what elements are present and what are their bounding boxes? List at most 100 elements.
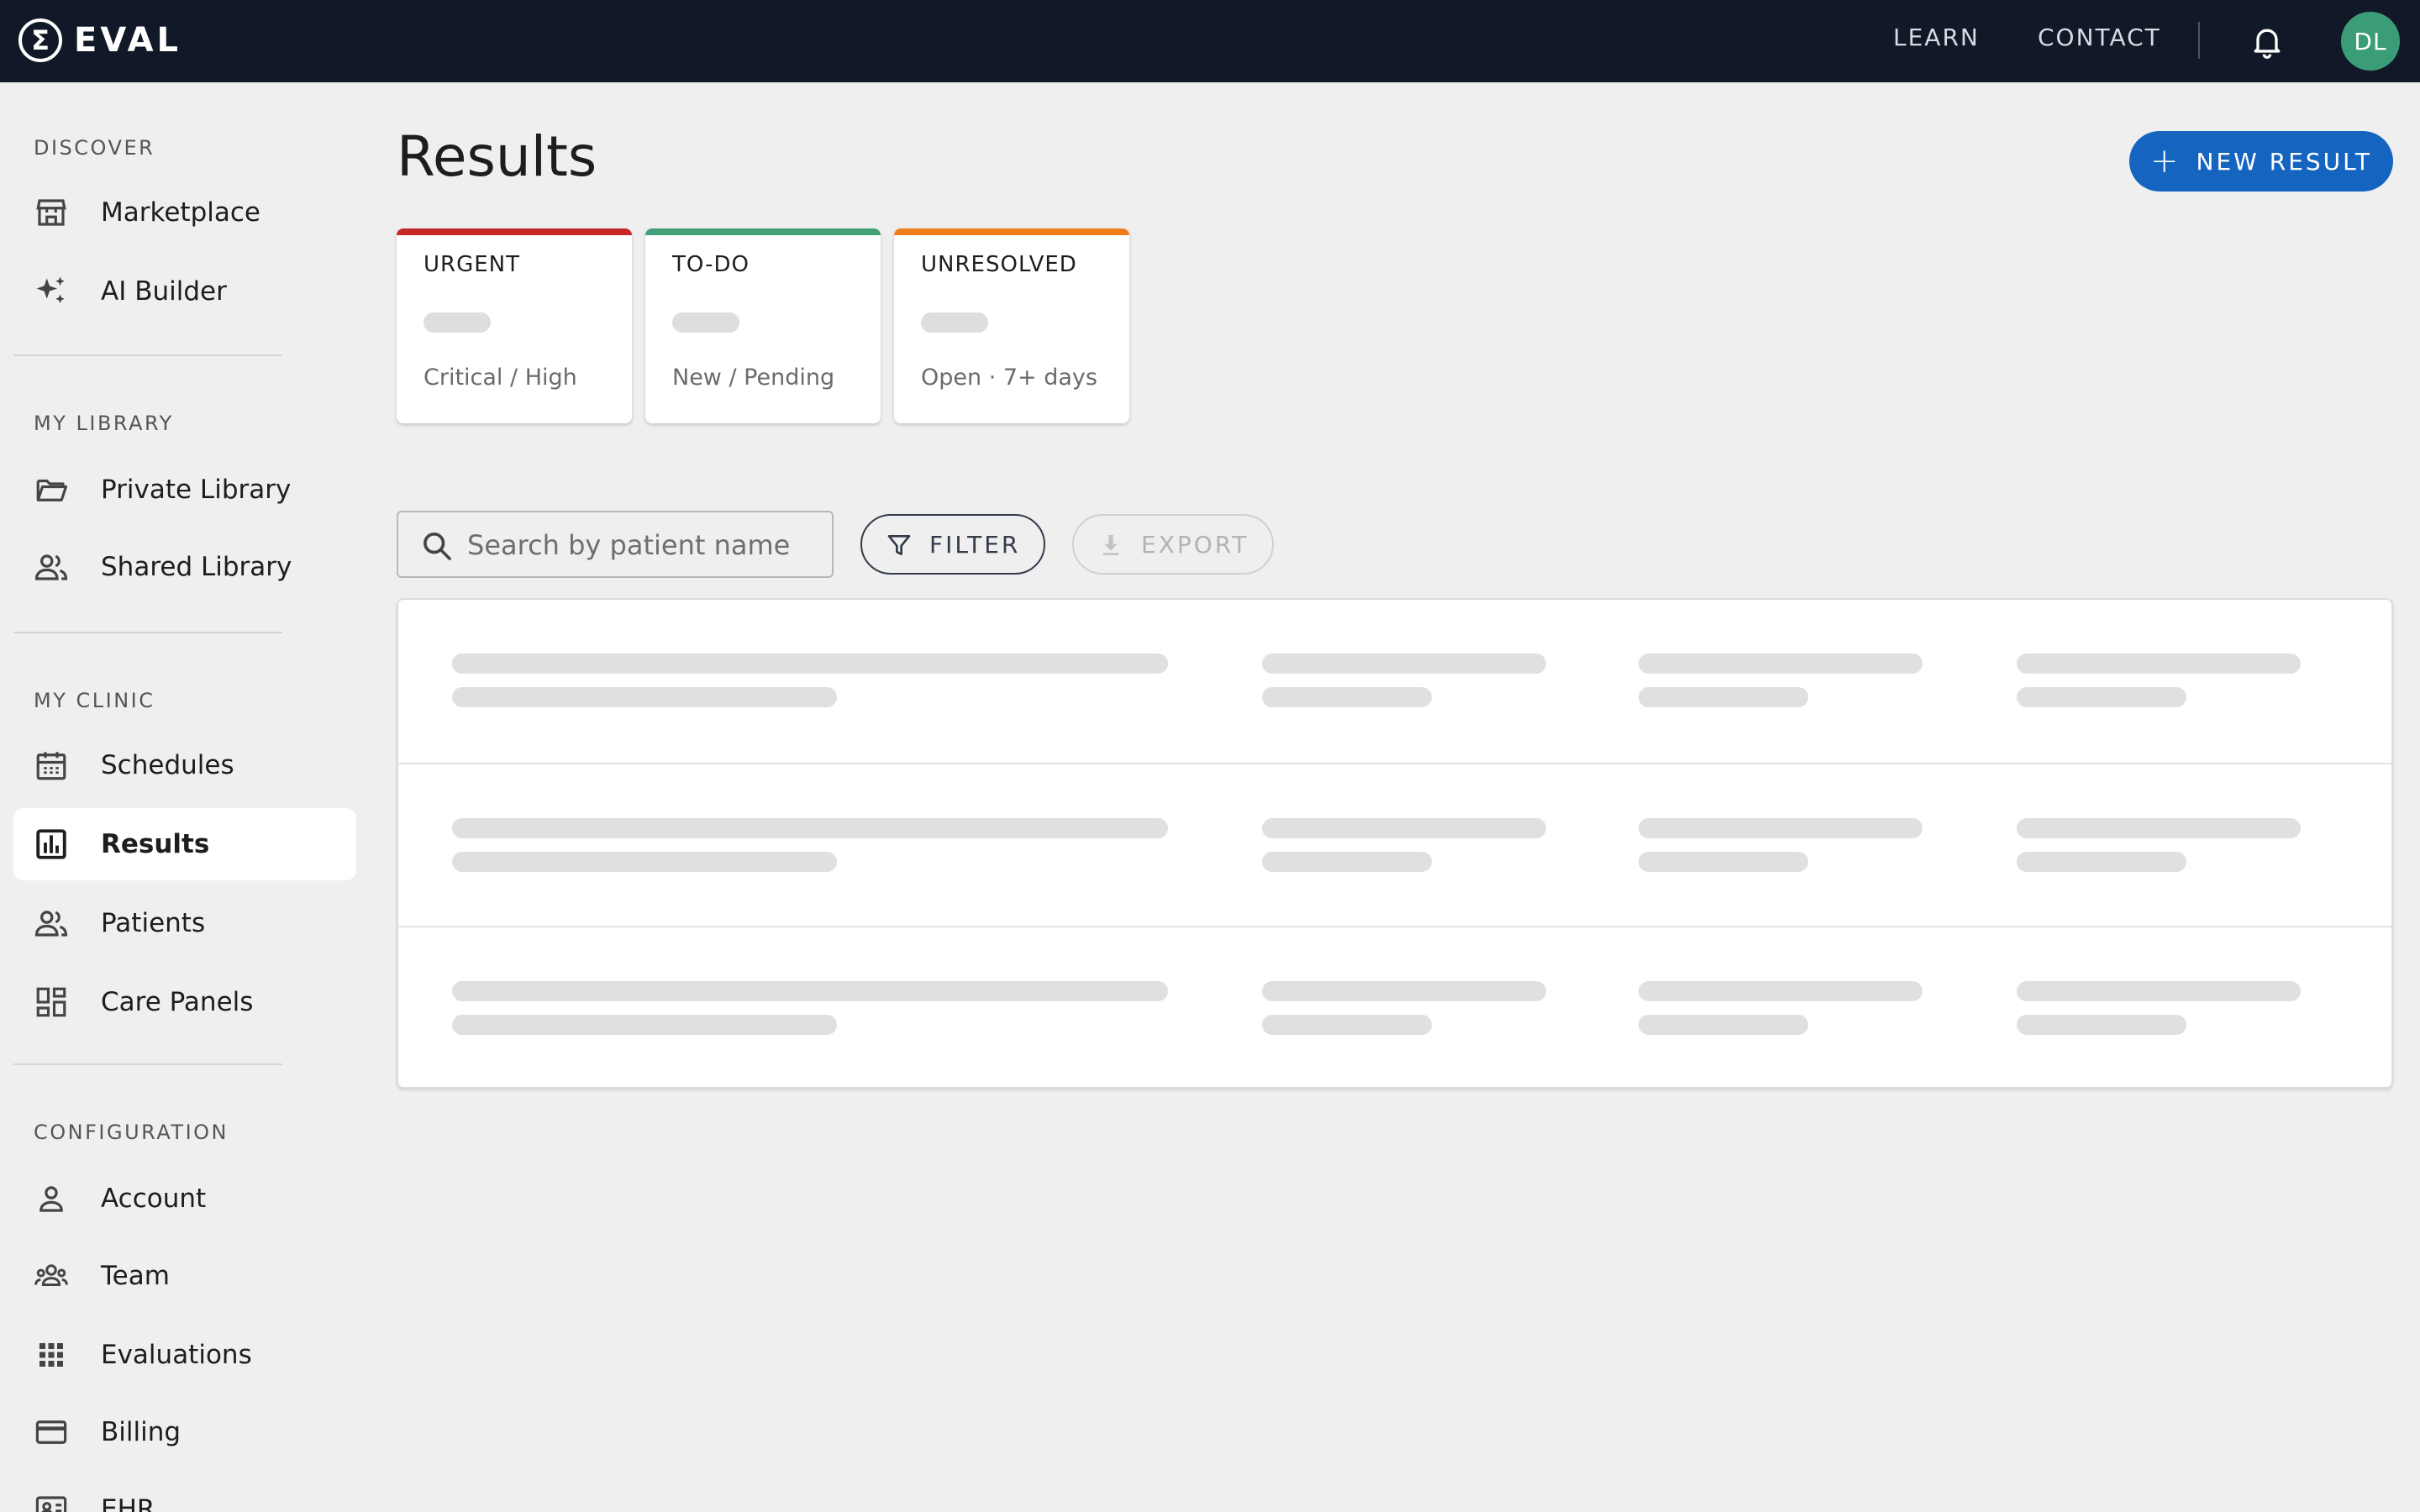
filter-icon bbox=[887, 535, 911, 555]
skeleton-line bbox=[2017, 852, 2186, 872]
skeleton-line bbox=[1262, 818, 1546, 838]
skeleton-line bbox=[1639, 1015, 1808, 1035]
sidebar-item-label: Patients bbox=[101, 908, 206, 938]
skeleton-line bbox=[452, 687, 837, 707]
search-input[interactable] bbox=[467, 522, 820, 568]
count-placeholder bbox=[672, 312, 739, 333]
dashboard-icon bbox=[34, 984, 69, 1020]
table-row-skeleton bbox=[398, 763, 2391, 926]
person-icon bbox=[34, 1181, 69, 1216]
credit-card-icon bbox=[34, 1415, 69, 1450]
sidebar-item-billing[interactable]: Billing bbox=[13, 1396, 356, 1468]
sidebar-item-ehr[interactable]: EHR bbox=[13, 1473, 356, 1512]
sidebar-item-label: Schedules bbox=[101, 750, 234, 780]
card-title: TO-DO bbox=[672, 252, 750, 277]
skeleton-line bbox=[1639, 852, 1808, 872]
sidebar-item-label: Shared Library bbox=[101, 552, 292, 582]
card-subtitle: New / Pending bbox=[672, 365, 835, 391]
sidebar-item-label: Evaluations bbox=[101, 1340, 252, 1370]
page-title: Results bbox=[397, 124, 597, 189]
id-card-icon bbox=[34, 1492, 69, 1512]
sidebar-item-private-library[interactable]: Private Library bbox=[13, 454, 356, 526]
sidebar-item-label: Team bbox=[101, 1261, 170, 1291]
section-label-my-clinic: MY CLINIC bbox=[34, 689, 155, 712]
sidebar-item-results[interactable]: Results bbox=[13, 808, 356, 880]
skeleton-line bbox=[1639, 981, 1923, 1001]
table-row-skeleton bbox=[398, 600, 2391, 763]
skeleton-line bbox=[1262, 981, 1546, 1001]
storefront-icon bbox=[34, 195, 69, 230]
skeleton-line bbox=[2017, 654, 2301, 674]
section-label-discover: DISCOVER bbox=[34, 136, 155, 160]
skeleton-line bbox=[452, 852, 837, 872]
apps-grid-icon bbox=[34, 1337, 69, 1373]
sidebar: DISCOVER Marketplace AI Builder MY LIBRA… bbox=[0, 82, 370, 1512]
sidebar-item-team[interactable]: Team bbox=[13, 1240, 356, 1312]
skeleton-line bbox=[452, 1015, 837, 1035]
urgent-card[interactable]: URGENT Critical / High bbox=[397, 228, 632, 423]
export-button[interactable]: EXPORT bbox=[1072, 514, 1274, 575]
sigma-logo-icon: Σ bbox=[18, 18, 62, 62]
skeleton-line bbox=[1639, 818, 1923, 838]
people-icon bbox=[34, 549, 69, 585]
top-bar: Σ EVAL LEARN CONTACT DL bbox=[0, 0, 2420, 82]
topbar-divider bbox=[2198, 22, 2200, 59]
sidebar-divider bbox=[13, 354, 282, 356]
sidebar-item-label: Private Library bbox=[101, 475, 292, 505]
sidebar-item-ai-builder[interactable]: AI Builder bbox=[13, 255, 356, 328]
sidebar-item-patients[interactable]: Patients bbox=[13, 887, 356, 959]
card-title: URGENT bbox=[424, 252, 521, 277]
filter-label: FILTER bbox=[929, 530, 1021, 559]
contact-link[interactable]: CONTACT bbox=[2038, 24, 2161, 51]
skeleton-line bbox=[452, 654, 1168, 674]
skeleton-line bbox=[1262, 654, 1546, 674]
sidebar-item-label: Results bbox=[101, 829, 210, 859]
skeleton-line bbox=[452, 981, 1168, 1001]
todo-card[interactable]: TO-DO New / Pending bbox=[645, 228, 881, 423]
card-accent-bar bbox=[894, 228, 1129, 235]
avatar[interactable]: DL bbox=[2341, 12, 2400, 71]
table-row-skeleton bbox=[398, 926, 2391, 1089]
card-accent-bar bbox=[397, 228, 632, 235]
sidebar-item-schedules[interactable]: Schedules bbox=[13, 729, 356, 801]
skeleton-line bbox=[1639, 654, 1923, 674]
count-placeholder bbox=[424, 312, 491, 333]
sidebar-item-marketplace[interactable]: Marketplace bbox=[13, 176, 356, 249]
sidebar-item-label: EHR bbox=[101, 1494, 155, 1512]
logo-text: EVAL bbox=[74, 21, 182, 60]
filter-button[interactable]: FILTER bbox=[860, 514, 1045, 575]
unresolved-card[interactable]: UNRESOLVED Open · 7+ days bbox=[894, 228, 1129, 423]
sparkles-icon bbox=[34, 274, 69, 309]
card-title: UNRESOLVED bbox=[921, 252, 1077, 277]
export-label: EXPORT bbox=[1141, 530, 1249, 559]
calendar-icon bbox=[34, 748, 69, 783]
sidebar-item-account[interactable]: Account bbox=[13, 1163, 356, 1235]
skeleton-line bbox=[1262, 852, 1432, 872]
skeleton-line bbox=[2017, 818, 2301, 838]
section-label-configuration: CONFIGURATION bbox=[34, 1121, 229, 1144]
skeleton-line bbox=[1639, 687, 1808, 707]
learn-link[interactable]: LEARN bbox=[1893, 24, 1980, 51]
download-icon bbox=[1102, 535, 1119, 555]
skeleton-line bbox=[1262, 1015, 1432, 1035]
card-subtitle: Open · 7+ days bbox=[921, 365, 1097, 391]
sidebar-item-label: Account bbox=[101, 1184, 207, 1214]
card-subtitle: Critical / High bbox=[424, 365, 577, 391]
bell-icon[interactable] bbox=[2249, 20, 2286, 62]
section-label-my-library: MY LIBRARY bbox=[34, 412, 174, 435]
count-placeholder bbox=[921, 312, 988, 333]
sidebar-item-evaluations[interactable]: Evaluations bbox=[13, 1319, 356, 1391]
people-icon bbox=[34, 906, 69, 941]
skeleton-line bbox=[2017, 1015, 2186, 1035]
skeleton-line bbox=[452, 818, 1168, 838]
sidebar-divider bbox=[13, 1063, 282, 1065]
eval-logo[interactable]: Σ EVAL bbox=[18, 18, 182, 62]
card-accent-bar bbox=[645, 228, 881, 235]
sidebar-item-shared-library[interactable]: Shared Library bbox=[13, 531, 356, 603]
sidebar-item-label: Care Panels bbox=[101, 987, 254, 1017]
sidebar-item-care-panels[interactable]: Care Panels bbox=[13, 966, 356, 1038]
new-result-button[interactable]: + NEW RESULT bbox=[2129, 131, 2393, 192]
sidebar-divider bbox=[13, 632, 282, 633]
plus-icon: + bbox=[2150, 142, 2181, 181]
search-icon bbox=[423, 533, 451, 560]
